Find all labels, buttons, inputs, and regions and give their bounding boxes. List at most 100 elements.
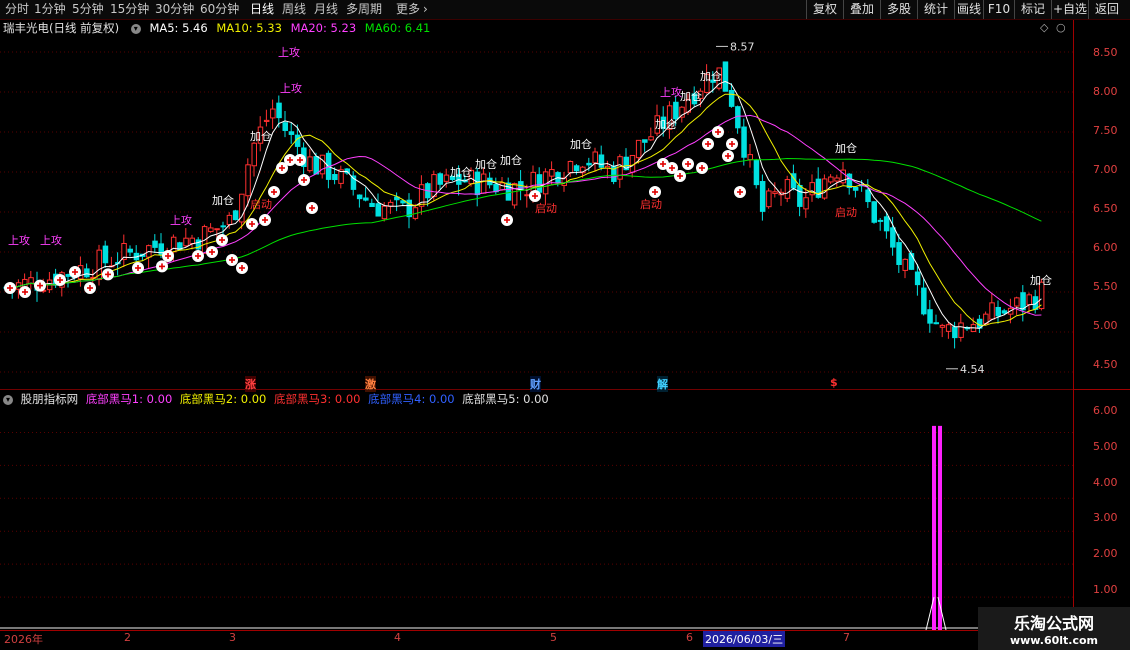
candle-body [902, 258, 908, 271]
candle-body [753, 159, 760, 186]
candle-body [375, 203, 381, 217]
buy-plus-icon [529, 190, 541, 202]
tab-more[interactable]: 更多 › [396, 2, 428, 17]
tab-1min[interactable]: 1分钟 [34, 2, 66, 17]
indicator-line-1: 底部黑马1: 0.00 [85, 392, 173, 406]
tab-60min[interactable]: 60分钟 [200, 2, 239, 17]
candle-body [214, 228, 220, 231]
tab-multi-period[interactable]: 多周期 [346, 2, 382, 17]
candle-body [189, 237, 195, 245]
stock-title: 瑞丰光电(日线 前复权) [3, 21, 120, 35]
price-tick: 7.00 [1093, 163, 1118, 176]
more-label: 更多 [396, 2, 421, 16]
candle-body [586, 162, 592, 166]
pane-divider [1073, 389, 1130, 390]
candle-body [573, 165, 580, 172]
buy-plus-icon [34, 279, 46, 292]
event-marker-ji[interactable]: 激 [365, 376, 376, 392]
candle-body [772, 191, 778, 194]
candle-body [673, 101, 679, 120]
add-watchlist-button[interactable]: +自选 [1051, 0, 1088, 19]
candle-body [939, 324, 946, 328]
candle-body [1026, 294, 1032, 306]
buy-plus-icon [156, 260, 168, 273]
candle-body [679, 106, 685, 118]
buy-plus-icon [712, 126, 724, 138]
high-price-label: 8.57 [730, 40, 755, 53]
buy-plus-icon [649, 186, 661, 198]
candle-body [263, 119, 270, 122]
tab-monthly[interactable]: 月线 [314, 2, 338, 17]
event-marker-cai[interactable]: 财 [530, 376, 541, 392]
signal-attack-label: 上攻 [8, 233, 30, 247]
date-label: 2026年 [4, 633, 43, 646]
buy-plus-icon [294, 154, 306, 166]
event-marker-dollar[interactable]: $ [830, 376, 838, 389]
date-label: 5 [550, 631, 557, 644]
overlay-button[interactable]: 叠加 [843, 0, 880, 19]
buy-plus-icon [102, 268, 114, 281]
period-toolbar: 分时 1分钟 5分钟 15分钟 30分钟 60分钟 日线 周线 月线 多周期 更… [0, 0, 1130, 20]
multi-stock-button[interactable]: 多股 [880, 0, 917, 19]
buy-plus-icon [19, 286, 31, 298]
low-price-label: 4.54 [960, 363, 985, 376]
buy-plus-icon [284, 154, 296, 166]
price-tick: 7.50 [1093, 124, 1118, 137]
buy-plus-icon [501, 214, 513, 226]
indicator-name: 股朋指标网 [20, 392, 79, 406]
candle-body [307, 156, 313, 172]
candle-body [722, 61, 729, 92]
f10-button[interactable]: F10 [983, 0, 1014, 19]
event-marker-zhang[interactable]: 涨 [245, 376, 256, 392]
signal-attack-label: 上攻 [660, 85, 682, 99]
candle-body [759, 181, 766, 212]
candle-body [232, 210, 239, 221]
candle-body [766, 190, 772, 208]
signal-add-label: 加仓 [450, 165, 472, 179]
watermark: 乐淘公式网 www.60lt.com [978, 607, 1130, 650]
diamond-icon[interactable]: ◇ [1040, 21, 1048, 34]
candle-body [313, 156, 319, 175]
tab-timeshare[interactable]: 分时 [5, 2, 29, 17]
tab-daily[interactable]: 日线 [250, 2, 274, 17]
tab-15min[interactable]: 15分钟 [110, 2, 149, 17]
candle-body [549, 169, 555, 177]
candle-body [276, 102, 282, 119]
ma5-label: MA5: 5.46 [149, 21, 208, 35]
candle-body [443, 174, 450, 182]
buy-plus-icon [206, 246, 218, 258]
tab-5min[interactable]: 5分钟 [72, 2, 104, 17]
back-button[interactable]: 返回 [1088, 0, 1125, 19]
candle-body [821, 178, 828, 199]
candle-body [914, 271, 921, 286]
dropdown-circle-icon[interactable]: ▾ [3, 394, 13, 405]
buy-plus-icon [54, 274, 66, 286]
indicator-chart[interactable] [0, 408, 1075, 630]
mark-button[interactable]: 标记 [1014, 0, 1051, 19]
date-label: 4 [394, 631, 401, 644]
dropdown-circle-icon[interactable]: ▾ [130, 23, 141, 34]
candle-body [648, 136, 654, 141]
menu-circle-icon[interactable]: ○ [1056, 21, 1066, 34]
candle-body [480, 173, 487, 194]
signal-add-label: 加仓 [500, 153, 522, 167]
fuquan-button[interactable]: 复权 [806, 0, 843, 19]
event-marker-jie[interactable]: 解 [657, 376, 668, 392]
tab-weekly[interactable]: 周线 [282, 2, 306, 17]
chart-title-bar: 瑞丰光电(日线 前复权) ▾ MA5: 5.46 MA10: 5.33 MA20… [0, 20, 435, 36]
tab-30min[interactable]: 30分钟 [155, 2, 194, 17]
candle-body [952, 326, 958, 339]
price-tick: 8.50 [1093, 46, 1118, 59]
statistics-button[interactable]: 统计 [917, 0, 954, 19]
buy-plus-icon [216, 234, 228, 246]
candle-body [803, 197, 809, 210]
candle-body [908, 253, 915, 270]
draw-line-button[interactable]: 画线 [954, 0, 983, 19]
price-chart[interactable]: 8.574.54上攻 上攻上攻上攻上攻 上攻加仓加仓加仓加仓 加仓加仓加仓加仓加仓加仓… [0, 36, 1075, 388]
candle-body [356, 194, 363, 200]
indicator-line-2: 底部黑马2: 0.00 [179, 392, 267, 406]
candle-body [728, 89, 735, 107]
price-tick: 6.00 [1093, 241, 1118, 254]
candle-body [852, 186, 859, 191]
indicator-tick: 3.00 [1093, 511, 1118, 524]
